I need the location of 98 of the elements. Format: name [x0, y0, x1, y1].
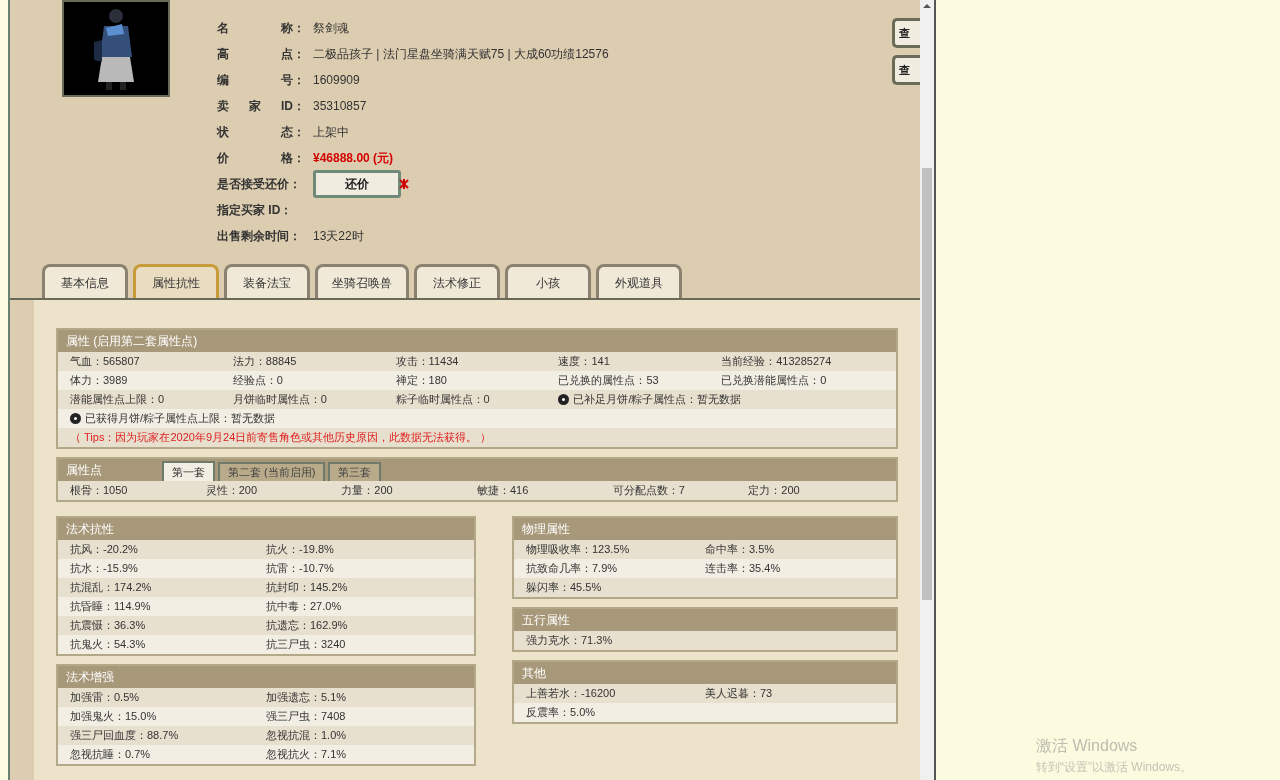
stat-text: 抗风：-20.2% [70, 542, 138, 558]
stat-text: 已兑换的属性点：53 [558, 373, 659, 389]
stat-text: 当前经验：413285274 [721, 354, 832, 370]
stat-text: 根骨：1050 [70, 483, 128, 499]
stat-text: 上善若水：-16200 [526, 686, 616, 702]
field-label: 是否接受还价 [217, 176, 289, 193]
stat-text: 躲闪率：45.5% [526, 580, 602, 596]
stat-text: 抗鬼火：54.3% [70, 637, 146, 653]
activation-title: 激活 Windows [1036, 736, 1139, 756]
stat-text: 加强雷：0.5% [70, 690, 140, 706]
colon: ： [293, 150, 305, 167]
stat-text: 已兑换潜能属性点：0 [721, 373, 827, 389]
stat-text: 经验点：0 [232, 373, 283, 389]
stat-text: 忽视抗火：7.1% [266, 747, 347, 763]
stat-text: 抗水：-15.9% [70, 561, 138, 577]
stat-text: 速度：141 [558, 354, 610, 370]
tab[interactable]: 基本信息 [42, 264, 128, 298]
stat-text: 反震率：5.0% [526, 705, 596, 721]
field-value: 1609909 [313, 72, 360, 89]
stat-text: 物理吸收率：123.5% [526, 542, 630, 558]
stat-text: 可分配点数：7 [612, 483, 685, 499]
stat-text: 体力：3989 [70, 373, 128, 389]
field-value: ¥46888.00 (元) [313, 150, 394, 167]
set-tab[interactable]: 第二套 (当前启用) [218, 462, 326, 481]
panel-title: 物理属性 [514, 518, 896, 540]
stat-text: 抗震慑：36.3% [70, 618, 146, 634]
panel-title: 属性 (启用第二套属性点) [58, 330, 896, 352]
stat-text: 抗致命几率：7.9% [526, 561, 618, 577]
colon: ： [293, 46, 305, 63]
stat-text: 美人迟暮：73 [705, 686, 773, 702]
stat-text: 抗三尸虫：3240 [266, 637, 346, 653]
field-label: 指定买家 ID [217, 202, 281, 219]
panel-title: 其他 [514, 662, 896, 684]
tab[interactable]: 法术修正 [414, 264, 500, 298]
field-value: 13天22时 [313, 228, 364, 245]
set-tab[interactable]: 第三套 [328, 462, 382, 481]
colon: ： [289, 228, 301, 245]
tips-text: （ Tips：因为玩家在2020年9月24日前寄售角色或其他历史原因，此数据无法获得。 ） [70, 430, 492, 446]
stat-text: 灵性：200 [205, 483, 257, 499]
stat-text: 忽视抗睡：0.7% [70, 747, 151, 763]
stat-text: 抗昏睡：114.9% [70, 599, 151, 615]
stat-text: 强三尸虫：7408 [266, 709, 346, 725]
stat-text: 定力：200 [748, 483, 800, 499]
field-value: 上架中 [313, 124, 349, 141]
field-label: 编 号 [217, 72, 293, 89]
field-label: 出售剩余时间 [217, 228, 289, 245]
stat-text: 抗火：-19.8% [266, 542, 334, 558]
stat-text: 已补足月饼/粽子属性点：暂无数据 [573, 392, 742, 408]
tab[interactable]: 小孩 [505, 264, 591, 298]
stat-text: 法力：88845 [232, 354, 297, 370]
view-button[interactable]: 查 [892, 18, 920, 48]
stat-text: 气血：565807 [70, 354, 140, 370]
stat-text: 忽视抗混：1.0% [266, 728, 347, 744]
set-tab[interactable]: 第一套 [162, 461, 215, 481]
field-label: 高 点 [217, 46, 293, 63]
field-label: 名 称 [217, 20, 293, 37]
stat-text: 加强鬼火：15.0% [70, 709, 157, 725]
panel-title: 法术增强 [58, 666, 474, 688]
stat-text: 敏捷：416 [477, 483, 529, 499]
tab[interactable]: 坐骑召唤兽 [315, 264, 409, 298]
field-label: 价 格 [217, 150, 293, 167]
colon: ： [293, 20, 305, 37]
stat-text: 抗中毒：27.0% [266, 599, 342, 615]
view-button[interactable]: 查 [892, 55, 920, 85]
field-value: 35310857 [313, 98, 367, 115]
stat-text: 连击率：35.4% [705, 561, 781, 577]
colon: ： [289, 176, 301, 193]
tab[interactable]: 属性抗性 [133, 264, 219, 298]
colon: ： [280, 202, 293, 219]
colon: ： [293, 72, 305, 89]
panel-title: 五行属性 [514, 609, 896, 631]
stat-text: 抗遗忘：162.9% [266, 618, 348, 634]
stat-text: 加强遗忘：5.1% [266, 690, 347, 706]
stat-text: 强三尸回血度：88.7% [70, 728, 179, 744]
colon: ： [293, 98, 305, 115]
stat-text: 抗雷：-10.7% [266, 561, 334, 577]
tab[interactable]: 外观道具 [596, 264, 682, 298]
panel-title: 法术抗性 [58, 518, 474, 540]
field-value: 祭剑魂 [313, 20, 349, 37]
stat-text: 潜能属性点上限：0 [70, 392, 165, 408]
counter-offer-button[interactable]: 还价 [313, 170, 401, 198]
stat-text: 命中率：3.5% [705, 542, 775, 558]
colon: ： [293, 124, 305, 141]
stat-text: 禅定：180 [395, 373, 447, 389]
stat-text: 强力克水：71.3% [526, 633, 613, 649]
field-label: 卖 家 ID [217, 98, 293, 115]
stat-text: 攻击：11434 [395, 354, 459, 370]
field-label: 状 态 [217, 124, 293, 141]
field-value: 二极品孩子 | 法门星盘坐骑满天赋75 | 大成60功绩12576 [313, 46, 609, 63]
panel-title: 属性点 [66, 462, 103, 479]
stat-text: 抗封印：145.2% [266, 580, 348, 596]
tab[interactable]: 装备法宝 [224, 264, 310, 298]
stat-text: 粽子临时属性点：0 [395, 392, 490, 408]
scrollbar[interactable] [920, 0, 934, 780]
stat-text: 已获得月饼/粽子属性点上限：暂无数据 [85, 411, 276, 427]
stat-text: 抗混乱：174.2% [70, 580, 152, 596]
stat-text: 月饼临时属性点：0 [232, 392, 327, 408]
stat-text: 力量：200 [341, 483, 393, 499]
